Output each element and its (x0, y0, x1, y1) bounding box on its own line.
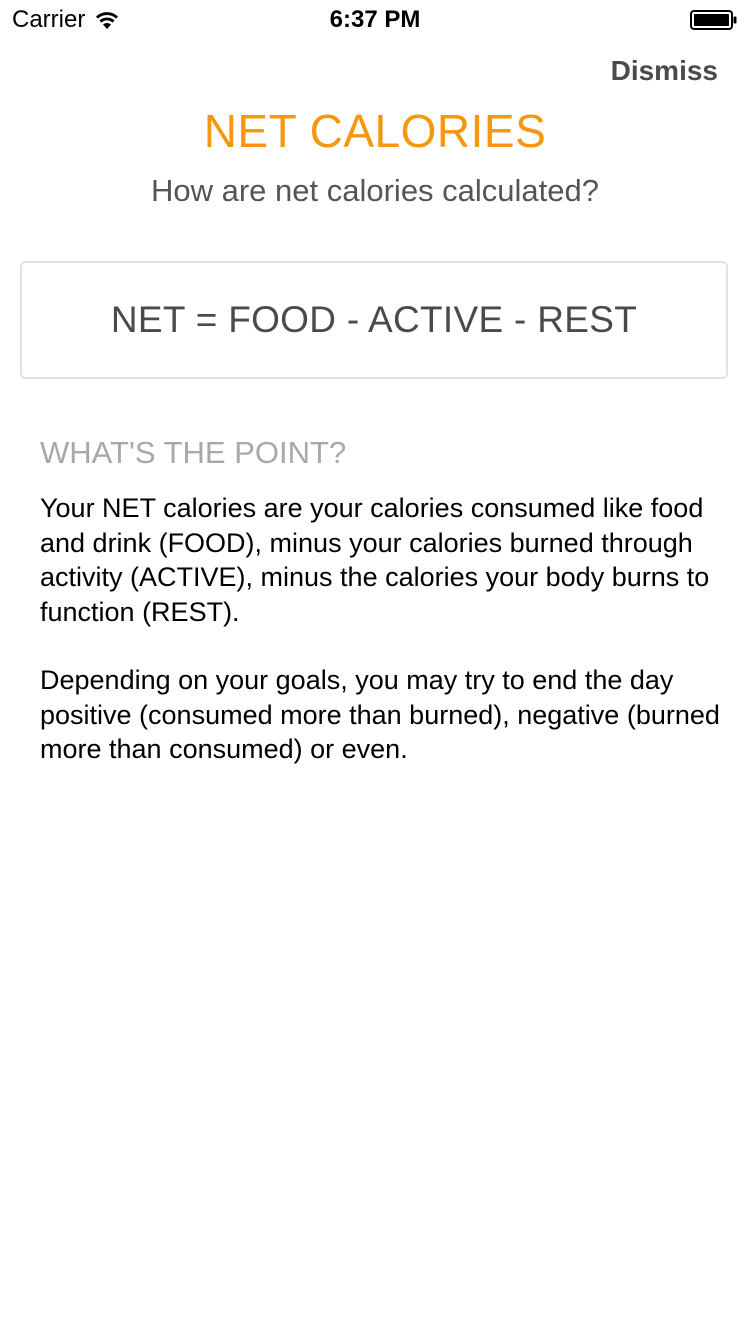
formula-box: NET = FOOD - ACTIVE - REST (20, 261, 728, 379)
page-subtitle: How are net calories calculated? (150, 173, 600, 208)
formula-text: NET = FOOD - ACTIVE - REST (110, 299, 638, 340)
status-bar: Carrier 6:37 PM (0, 0, 750, 40)
section-heading: WHAT'S THE POINT? (40, 435, 347, 470)
explanation-paragraph: Your NET calories are your calories cons… (40, 493, 710, 627)
goals-paragraph: Depending on your goals, you may try to … (40, 665, 720, 764)
page-title: NET CALORIES (203, 105, 547, 157)
status-time: 6:37 PM (329, 6, 421, 33)
battery-icon (690, 10, 737, 30)
dismiss-button[interactable]: Dismiss (611, 54, 718, 88)
